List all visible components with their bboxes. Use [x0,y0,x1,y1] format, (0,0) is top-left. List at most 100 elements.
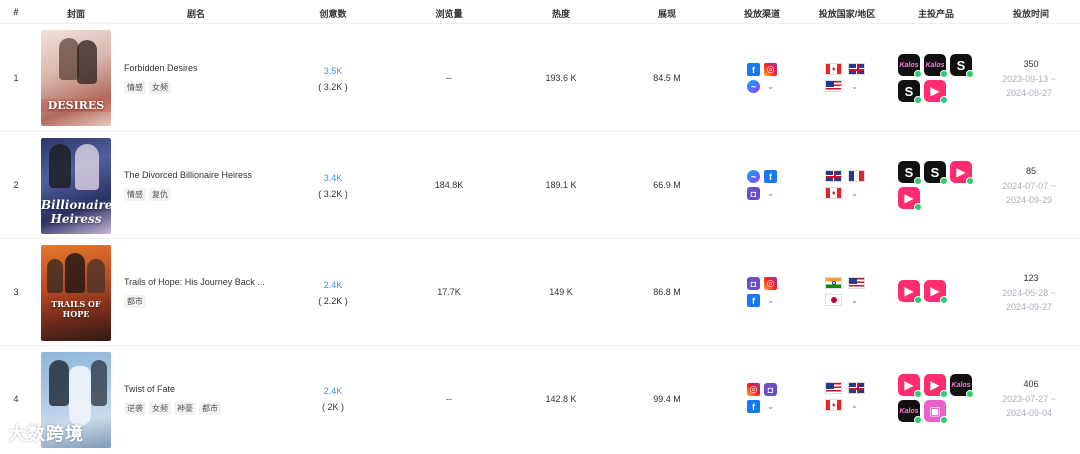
square-icon: ◘ [764,383,777,396]
chevron-down-icon[interactable]: ⌄ [848,80,861,93]
drama-title[interactable]: Twist of Fate [124,384,175,394]
header-views[interactable]: 浏览量 [429,7,469,20]
channel-icons: f ◎ ~ ⌄ [747,63,777,93]
drama-title[interactable]: Forbidden Desires [124,63,198,73]
chevron-down-icon[interactable]: ⌄ [764,294,777,307]
chevron-down-icon[interactable]: ⌄ [764,187,777,200]
date-range: 2023-07-27 ~ 2024-09-04 [989,392,1069,420]
creatives-cell[interactable]: 3.4K ( 3.2K ) [303,173,363,199]
country-flags: ♦ ⌄ [825,170,865,200]
kalos-app-icon: Kalos [898,54,922,78]
date-range: 2024-05-28 ~ 2024-09-27 [989,286,1069,314]
impressions-value: 86.8 M [653,287,681,297]
header-time[interactable]: 投放时间 [1006,7,1056,20]
chevron-down-icon[interactable]: ⌄ [848,294,861,307]
product-icons: Kalos Kalos S S ▶ [898,54,974,104]
creatives-cell[interactable]: 2.4K ( 2.2K ) [303,280,363,306]
chevron-down-icon[interactable]: ⌄ [764,400,777,413]
cover-image[interactable]: Billionaire Heiress [41,138,111,234]
header-products: 主投产品 [917,9,954,19]
impressions-value: 99.4 M [653,394,681,404]
creatives-count[interactable]: 3.5K [303,66,363,76]
date-to: 2024-09-04 [1005,408,1053,418]
facebook-icon: f [764,170,777,183]
ad-count: 406 [1023,379,1039,389]
ad-count: 123 [1023,273,1039,283]
drama-title[interactable]: The Divorced Billionaire Heiress [124,170,252,180]
row-index: 4 [13,394,19,404]
chevron-down-icon[interactable]: ⌄ [764,80,777,93]
product-icons: S S ▶ ▶ [898,161,974,211]
facebook-icon: f [747,63,760,76]
tag-list: 都市 [124,295,146,308]
header-heat[interactable]: 热度 [541,7,581,20]
creatives-sub: ( 2K ) [321,402,344,412]
country-flags: ♦ ⌄ [825,382,865,412]
uk-flag [825,170,842,182]
facebook-icon: f [747,294,760,307]
instagram-icon: ◎ [747,383,760,396]
tag: 女频 [149,402,171,415]
s-app-icon: S [950,54,974,78]
tag: 都市 [124,295,146,308]
s-app-icon: S [924,161,948,185]
creatives-cell[interactable]: 2.4K ( 2K ) [303,386,363,412]
creatives-cell[interactable]: 3.5K ( 3.2K ) [303,66,363,92]
creatives-count[interactable]: 3.4K [303,173,363,183]
table-row[interactable]: 1 DESIRES Forbidden Desires 情感 女频 3.5K (… [0,25,1080,132]
instagram-icon: ◎ [764,63,777,76]
tag: 情感 [124,188,146,201]
tag: 神豪 [174,402,196,415]
channel-icons: ~ f ◘ ⌄ [747,170,777,200]
row-index: 1 [13,73,19,83]
tag: 情感 [124,81,146,94]
tag: 女频 [149,81,171,94]
table-row[interactable]: 3 TRAILS OF HOPE Trails of Hope: His Jou… [0,239,1080,346]
heat-value: 193.6 K [545,73,577,83]
chevron-down-icon[interactable]: ⌄ [848,399,861,412]
views-value: -- [446,394,452,404]
france-flag [848,170,865,182]
views-value: 184.8K [434,180,464,190]
india-flag [825,277,842,289]
product-icons: ▶ ▶ [898,280,948,304]
impressions-value: 84.5 M [653,73,681,83]
date-range: 2024-07-07 ~ 2024-09-29 [989,179,1069,207]
messenger-icon: ~ [747,170,760,183]
date-to: 2024-09-27 [1005,302,1053,312]
us-flag [825,80,842,92]
japan-flag [825,294,842,306]
header-creatives[interactable]: 创意数 [313,7,353,20]
table-row[interactable]: 4 Twist of Fate 逆袭 女频 神豪 都市 2.4K ( 2K ) … [0,346,1080,454]
header-impressions[interactable]: 展现 [647,7,687,20]
reel-app-icon: ▶ [924,280,948,304]
table-row[interactable]: 2 Billionaire Heiress The Divorced Billi… [0,132,1080,239]
cover-image[interactable]: TRAILS OF HOPE [41,245,111,341]
channel-icons: ◘ ◎ f ⌄ [747,277,777,307]
views-value: 17.7K [437,287,461,297]
header-cover: 封面 [66,9,85,19]
date-to: 2024-08-27 [1005,88,1053,98]
row-index: 3 [13,287,19,297]
cover-title: DESIRES [41,99,111,112]
square-icon: ◘ [747,277,760,290]
date-range: 2023-09-13 ~ 2024-08-27 [989,72,1069,100]
cover-image[interactable]: DESIRES [41,30,111,126]
date-from: 2023-09-13 ~ [1002,74,1056,84]
chevron-down-icon[interactable]: ⌄ [848,187,861,200]
creatives-count[interactable]: 2.4K [303,280,363,290]
tag-list: 情感 女频 [124,81,171,94]
creatives-sub: ( 2.2K ) [318,296,348,306]
instagram-icon: ◎ [764,277,777,290]
watermark-logo: 大数跨境 [8,424,84,444]
canada-flag: ♦ [825,187,842,199]
pink-app-icon: ▣ [924,400,948,424]
drama-title[interactable]: Trails of Hope: His Journey Back ... [124,277,265,287]
square-icon: ◘ [747,187,760,200]
facebook-icon: f [747,400,760,413]
kalos-app-icon: Kalos [924,54,948,78]
date-to: 2024-09-29 [1005,195,1053,205]
creatives-sub: ( 3.2K ) [318,82,348,92]
creatives-count[interactable]: 2.4K [303,386,363,396]
reel-app-icon: ▶ [950,161,974,185]
